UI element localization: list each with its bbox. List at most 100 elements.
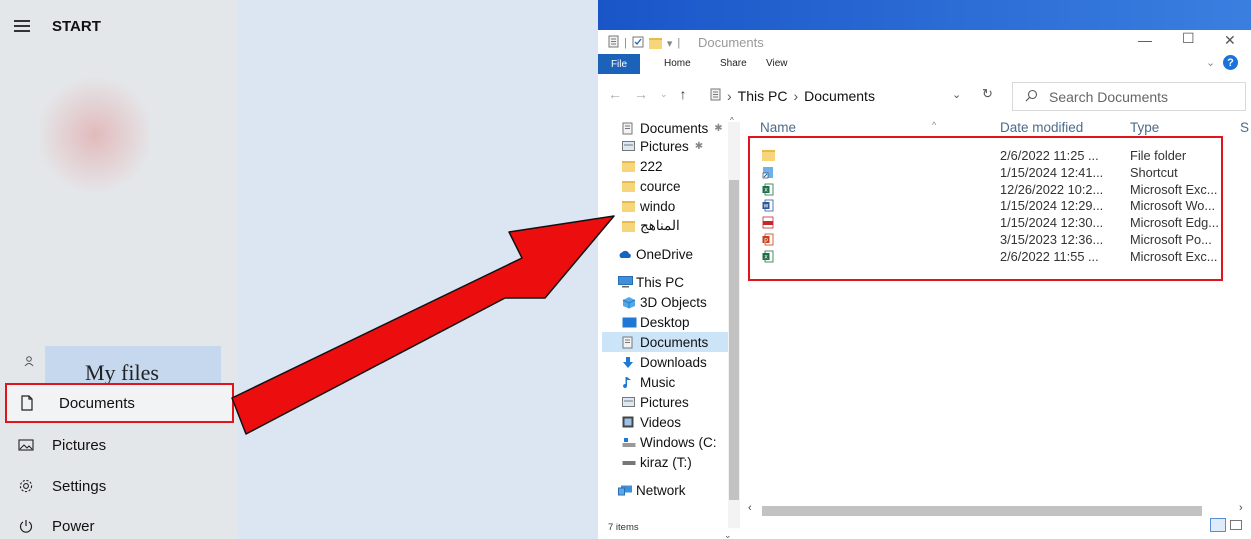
- column-header-date-modified[interactable]: Date modified: [1000, 120, 1083, 135]
- my-files-tile[interactable]: My files: [45, 346, 221, 384]
- breadcrumb-documents[interactable]: Documents: [804, 88, 875, 104]
- nav-item-label: 222: [640, 158, 663, 174]
- pin-icon[interactable]: ✱: [695, 141, 703, 152]
- menu-item-label: Power: [52, 517, 95, 535]
- close-icon[interactable]: ✕: [1224, 32, 1236, 49]
- nav-item-label: OneDrive: [636, 246, 694, 262]
- desktop-icon: [622, 317, 640, 328]
- nav-item-label: المناهج: [640, 218, 680, 233]
- column-header-size[interactable]: S: [1240, 120, 1249, 135]
- nav-item-3d-objects[interactable]: 3D Objects: [622, 292, 707, 312]
- start-menu: START My files Documents Pictures Settin…: [0, 0, 238, 539]
- search-placeholder: Search Documents: [1049, 88, 1169, 105]
- minimize-icon[interactable]: —: [1138, 32, 1152, 48]
- videos-icon: [622, 416, 640, 428]
- nav-item-label: Desktop: [640, 314, 690, 330]
- nav-item-network[interactable]: Network: [618, 480, 686, 500]
- folder-icon[interactable]: [648, 37, 662, 49]
- menu-item-documents[interactable]: Documents: [5, 383, 234, 423]
- nav-item-desktop[interactable]: Desktop: [622, 312, 690, 332]
- start-menu-tiles-area: [238, 0, 598, 539]
- tab-share[interactable]: Share: [720, 58, 747, 69]
- folder-icon: [622, 160, 640, 172]
- pin-icon[interactable]: ✱: [714, 123, 722, 134]
- 3d-objects-icon: [622, 296, 640, 309]
- user-icon[interactable]: [24, 356, 34, 370]
- nav-item-documents-pinned[interactable]: Documents ✱: [622, 118, 723, 138]
- nav-item-label: Pictures: [640, 394, 689, 410]
- start-title: START: [52, 18, 101, 35]
- column-header-type[interactable]: Type: [1130, 120, 1159, 135]
- horizontal-scrollbar-thumb[interactable]: [762, 506, 1202, 516]
- tab-home[interactable]: Home: [664, 58, 691, 69]
- nav-item-videos[interactable]: Videos: [622, 412, 681, 432]
- recent-locations-icon[interactable]: ⌄: [660, 89, 668, 102]
- column-headers: ^ Name Date modified Type S: [760, 118, 1251, 138]
- expand-ribbon-icon[interactable]: ⌄: [1206, 56, 1215, 69]
- scroll-up-icon[interactable]: ^: [730, 116, 734, 125]
- breadcrumb-this-pc[interactable]: This PC: [738, 88, 788, 104]
- nav-item-downloads[interactable]: Downloads: [622, 352, 707, 372]
- forward-arrow-icon[interactable]: →: [634, 86, 648, 102]
- hamburger-menu-icon[interactable]: [14, 20, 30, 32]
- menu-item-pictures[interactable]: Pictures: [0, 425, 238, 465]
- maximize-icon[interactable]: ☐: [1182, 30, 1195, 47]
- nav-item-folder-windo[interactable]: windo: [622, 196, 675, 216]
- scroll-left-icon[interactable]: ‹: [748, 502, 752, 514]
- navigation-pane: Documents ✱ Pictures ✱ 222 cource windo …: [598, 114, 738, 528]
- search-input[interactable]: Search Documents: [1012, 82, 1246, 111]
- pictures-icon: [622, 397, 640, 407]
- chevron-down-icon[interactable]: ⌄: [952, 88, 961, 101]
- computer-icon: [618, 276, 636, 288]
- menu-item-power[interactable]: Power: [0, 506, 238, 539]
- scroll-right-icon[interactable]: ›: [1239, 502, 1243, 514]
- nav-item-label: windo: [640, 198, 676, 214]
- nav-item-folder-curricula[interactable]: المناهج: [622, 216, 680, 236]
- nav-item-pictures-pinned[interactable]: Pictures ✱: [622, 136, 703, 156]
- separator: |: [677, 37, 681, 49]
- onedrive-icon: [618, 250, 636, 259]
- music-icon: [622, 376, 640, 389]
- nav-scrollbar-thumb[interactable]: [729, 180, 739, 500]
- gear-icon: [0, 478, 52, 494]
- refresh-icon[interactable]: ↻: [982, 86, 993, 102]
- drive-icon: [622, 437, 640, 448]
- nav-item-music[interactable]: Music: [622, 372, 675, 392]
- folder-icon: [622, 180, 640, 192]
- nav-item-label: kiraz (T:): [640, 454, 692, 470]
- nav-item-this-pc[interactable]: This PC: [618, 272, 684, 292]
- checkbox-icon[interactable]: [632, 36, 644, 51]
- desktop-wallpaper-strip: [598, 0, 1251, 30]
- ribbon: File Home Share View ⌄ ?: [598, 54, 1251, 74]
- menu-item-settings[interactable]: Settings: [0, 466, 238, 506]
- dropdown-arrow-icon[interactable]: ▾: [667, 37, 673, 50]
- nav-item-documents[interactable]: Documents: [602, 332, 736, 352]
- nav-item-onedrive[interactable]: OneDrive: [618, 244, 693, 264]
- back-arrow-icon[interactable]: ←: [608, 86, 622, 102]
- quick-access-toolbar: | ▾ |: [608, 35, 680, 51]
- file-explorer-window: | ▾ | Documents — ☐ ✕ File Home Share Vi…: [598, 0, 1251, 539]
- tab-file[interactable]: File: [598, 54, 640, 74]
- tab-view[interactable]: View: [766, 58, 788, 69]
- nav-item-folder-222[interactable]: 222: [622, 156, 663, 176]
- help-icon[interactable]: ?: [1223, 55, 1238, 70]
- folder-icon: [622, 200, 640, 212]
- breadcrumb-separator-icon: ›: [793, 88, 799, 104]
- large-icons-view-icon[interactable]: [1230, 520, 1242, 530]
- scroll-down-icon[interactable]: ⌄: [724, 530, 732, 539]
- nav-item-folder-cource[interactable]: cource: [622, 176, 681, 196]
- nav-item-kiraz-drive[interactable]: kiraz (T:): [622, 452, 692, 472]
- menu-item-label: Settings: [52, 477, 107, 495]
- up-arrow-icon[interactable]: ↑: [680, 86, 687, 102]
- nav-item-label: Music: [640, 374, 676, 390]
- files-highlight-box: [748, 136, 1223, 281]
- nav-item-windows-drive[interactable]: Windows (C:: [622, 432, 717, 452]
- column-header-name[interactable]: Name: [760, 120, 796, 135]
- power-icon: [0, 518, 52, 534]
- picture-icon: [0, 438, 52, 452]
- window-title: Documents: [698, 35, 764, 50]
- my-files-label: My files: [85, 360, 159, 384]
- documents-icon[interactable]: [608, 35, 619, 51]
- nav-item-pictures[interactable]: Pictures: [622, 392, 689, 412]
- details-view-icon[interactable]: [1210, 518, 1226, 532]
